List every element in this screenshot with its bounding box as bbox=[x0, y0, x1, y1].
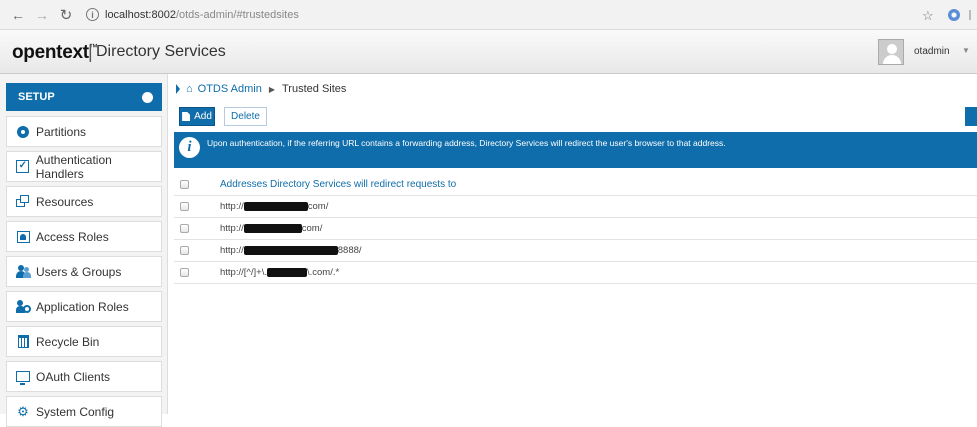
address-prefix: http:// bbox=[220, 223, 244, 234]
sidebar-item-label: Resources bbox=[36, 194, 94, 209]
user-menu[interactable]: otadmin bbox=[914, 46, 950, 57]
sidebar-item-label: Access Roles bbox=[36, 229, 109, 244]
address-bar[interactable]: localhost:8002/otds-admin/#trustedsites bbox=[105, 9, 299, 21]
checkbox-icon: ✓ bbox=[16, 160, 30, 174]
sidebar-item-label: Authentication Handlers bbox=[35, 152, 112, 181]
sidebar-item-system-config[interactable]: ⚙ System Config bbox=[6, 396, 162, 427]
application-roles-icon bbox=[16, 300, 31, 314]
address-cell: http:// com/ bbox=[220, 201, 328, 212]
browser-menu-icon[interactable] bbox=[969, 10, 971, 20]
main-content: ⌂ OTDS Admin ▶ Trusted Sites Add Delete … bbox=[168, 74, 977, 414]
redaction-mark bbox=[243, 201, 308, 211]
toolbar-right-button[interactable] bbox=[965, 107, 977, 126]
address-cell: http://[^/]+\. \.com/.* bbox=[220, 267, 339, 278]
resources-icon bbox=[16, 195, 30, 209]
sidebar-section-setup[interactable]: SETUP bbox=[6, 83, 162, 111]
address-prefix: http://[^/]+\. bbox=[220, 267, 267, 278]
app-header: opentext™ | Directory Services bbox=[0, 30, 977, 74]
sidebar-item-label: Application Roles bbox=[36, 299, 129, 314]
product-name: Directory Services bbox=[96, 43, 226, 60]
row-checkbox[interactable] bbox=[180, 246, 189, 255]
row-checkbox[interactable] bbox=[180, 268, 189, 277]
breadcrumb: ⌂ OTDS Admin ▶ Trusted Sites bbox=[176, 82, 346, 96]
brand-logo: opentext™ bbox=[12, 42, 98, 64]
url-host: localhost:8002 bbox=[105, 8, 176, 21]
avatar[interactable] bbox=[878, 39, 904, 65]
add-button-label: Add bbox=[194, 111, 212, 122]
breadcrumb-current: Trusted Sites bbox=[282, 83, 347, 95]
table-row[interactable]: http:// com/ bbox=[174, 196, 977, 218]
site-info-icon[interactable]: i bbox=[86, 8, 99, 21]
info-banner: i Upon authentication, if the referring … bbox=[174, 132, 977, 168]
collapse-icon[interactable] bbox=[142, 92, 153, 103]
sidebar-item-access-roles[interactable]: Access Roles bbox=[6, 221, 162, 252]
address-suffix: \.com/.* bbox=[306, 267, 340, 278]
info-icon: i bbox=[179, 137, 200, 158]
address-prefix: http:// bbox=[220, 245, 244, 256]
address-suffix: com/ bbox=[307, 201, 329, 212]
address-suffix: 8888/ bbox=[337, 245, 362, 256]
home-icon[interactable]: ⌂ bbox=[186, 83, 193, 95]
back-arrow-icon[interactable]: ← bbox=[8, 5, 28, 25]
sidebar-item-label: Users & Groups bbox=[36, 264, 122, 279]
brand-separator: | bbox=[88, 42, 93, 62]
system-config-icon: ⚙ bbox=[17, 404, 29, 419]
address-suffix: com/ bbox=[301, 223, 323, 234]
address-prefix: http:// bbox=[220, 201, 244, 212]
info-message: Upon authentication, if the referring UR… bbox=[207, 138, 726, 148]
sidebar-section-label: SETUP bbox=[18, 91, 55, 103]
delete-button-label: Delete bbox=[231, 111, 260, 122]
new-document-icon bbox=[182, 112, 191, 121]
select-all-checkbox[interactable] bbox=[180, 180, 189, 189]
table-header-row: Addresses Directory Services will redire… bbox=[174, 174, 977, 196]
extension-icon[interactable] bbox=[948, 9, 960, 21]
sidebar-item-label: Partitions bbox=[36, 124, 87, 139]
sidebar-item-label: System Config bbox=[36, 404, 115, 419]
table-row[interactable]: http://[^/]+\. \.com/.* bbox=[174, 262, 977, 284]
trusted-sites-table: Addresses Directory Services will redire… bbox=[174, 174, 977, 284]
chevron-down-icon[interactable]: ▼ bbox=[962, 46, 970, 55]
sidebar-item-application-roles[interactable]: Application Roles bbox=[6, 291, 162, 322]
breadcrumb-root-link[interactable]: OTDS Admin bbox=[198, 83, 262, 95]
delete-button[interactable]: Delete bbox=[224, 107, 267, 126]
breadcrumb-marker-icon bbox=[176, 84, 180, 94]
sidebar-item-oauth-clients[interactable]: OAuth Clients bbox=[6, 361, 162, 392]
bookmark-star-icon[interactable]: ☆ bbox=[922, 8, 934, 24]
table-row[interactable]: http:// 8888/ bbox=[174, 240, 977, 262]
sidebar-item-recycle-bin[interactable]: Recycle Bin bbox=[6, 326, 162, 357]
users-groups-icon bbox=[16, 265, 31, 279]
breadcrumb-arrow-icon: ▶ bbox=[268, 84, 275, 94]
address-cell: http:// 8888/ bbox=[220, 245, 362, 256]
access-roles-icon bbox=[16, 230, 30, 244]
table-row[interactable]: http:// com/ bbox=[174, 218, 977, 240]
row-checkbox[interactable] bbox=[180, 202, 189, 211]
redaction-mark bbox=[243, 223, 302, 233]
sidebar: SETUP Partitions ✓ Authentication Handle… bbox=[0, 74, 168, 427]
sidebar-item-label: Recycle Bin bbox=[36, 334, 100, 349]
sidebar-item-resources[interactable]: Resources bbox=[6, 186, 162, 217]
column-header-address[interactable]: Addresses Directory Services will redire… bbox=[220, 179, 456, 190]
add-button[interactable]: Add bbox=[179, 107, 215, 126]
browser-toolbar: ← → ↻ i localhost:8002/otds-admin/#trust… bbox=[0, 0, 977, 30]
row-checkbox[interactable] bbox=[180, 224, 189, 233]
redaction-mark bbox=[243, 245, 338, 255]
recycle-bin-icon bbox=[16, 335, 30, 349]
url-path: /otds-admin/#trustedsites bbox=[175, 8, 299, 21]
reload-icon[interactable]: ↻ bbox=[56, 5, 76, 25]
redaction-mark bbox=[266, 267, 307, 277]
sidebar-item-users-groups[interactable]: Users & Groups bbox=[6, 256, 162, 287]
partitions-icon bbox=[16, 125, 30, 139]
sidebar-item-authentication-handlers[interactable]: ✓ Authentication Handlers bbox=[6, 151, 162, 182]
brand-name: opentext bbox=[12, 42, 89, 63]
sidebar-item-label: OAuth Clients bbox=[36, 369, 111, 384]
forward-arrow-icon[interactable]: → bbox=[32, 5, 52, 25]
oauth-clients-icon bbox=[16, 370, 30, 385]
sidebar-item-partitions[interactable]: Partitions bbox=[6, 116, 162, 147]
address-cell: http:// com/ bbox=[220, 223, 322, 234]
